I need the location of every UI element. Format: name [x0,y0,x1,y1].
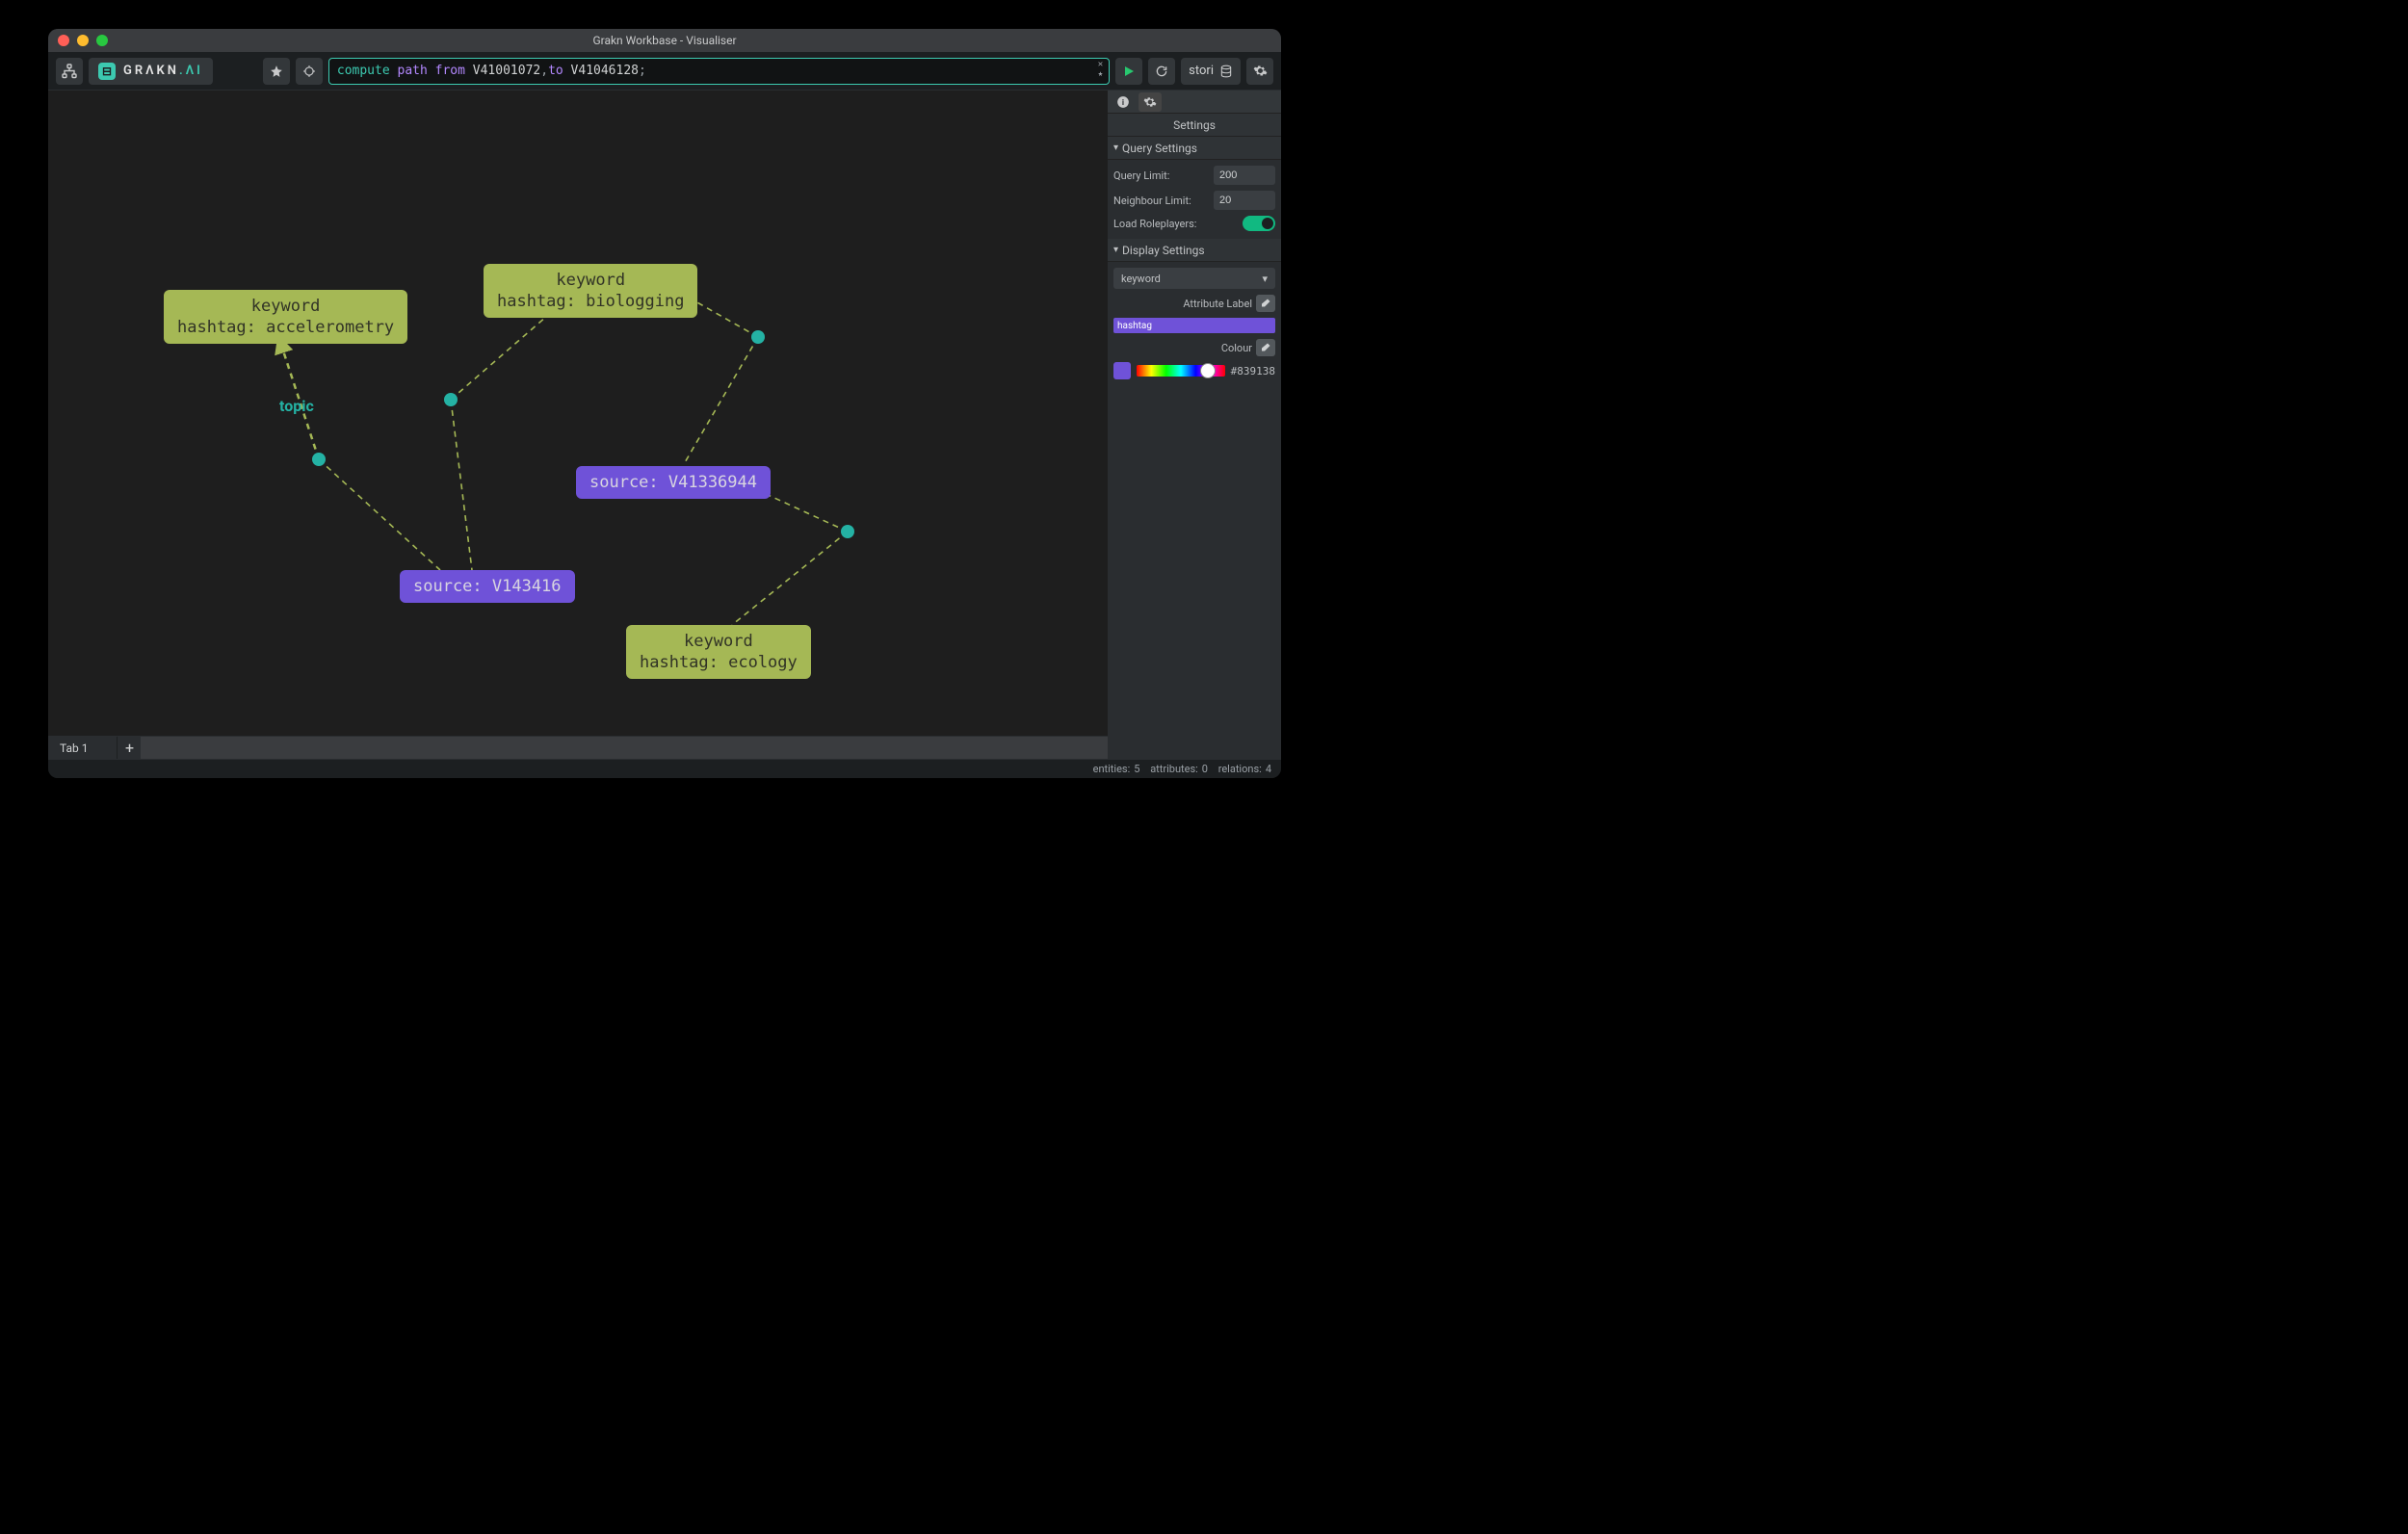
node-source-v41336944[interactable]: source: V41336944 [576,466,771,499]
window-title: Grakn Workbase - Visualiser [48,34,1281,47]
query-clear-controls: ✕ ★ [1098,61,1103,79]
preferences-button[interactable] [1246,58,1273,85]
relation-node-4[interactable] [841,525,854,538]
load-roleplayers-toggle[interactable] [1243,216,1275,231]
node-keyword-biologging[interactable]: keyword hashtag: biologging [484,264,697,318]
relation-node-2[interactable] [444,393,458,406]
neighbour-limit-input[interactable] [1214,191,1275,210]
info-tab[interactable]: i [1112,92,1135,112]
status-attributes-value: 0 [1202,763,1208,775]
colour-label: Colour [1113,342,1252,354]
schema-designer-button[interactable] [56,58,83,85]
refresh-icon [1155,65,1168,78]
colour-hex: #839138 [1231,365,1275,377]
add-tab-button[interactable]: + [118,737,141,759]
status-bar: entities: 5 attributes: 0 relations: 4 [48,759,1281,778]
play-icon [1123,65,1135,77]
eraser-icon [1260,298,1271,309]
clear-colour-button[interactable] [1256,339,1275,356]
node-keyword-accelerometry[interactable]: keyword hashtag: accelerometry [164,290,407,344]
logo-text: GRΛKN.ΛI [123,64,203,78]
tab-1[interactable]: Tab 1 [48,737,118,759]
chevron-down-icon: ▾ [1262,273,1268,285]
graph-edges [48,91,1108,759]
app-logo: ⊟ GRΛKN.ΛI [89,58,213,85]
relation-node-3[interactable] [751,330,765,344]
node-source-v143416[interactable]: source: V143416 [400,570,575,603]
neighbour-limit-label: Neighbour Limit: [1113,195,1208,207]
app-body: keyword hashtag: accelerometry keyword h… [48,91,1281,759]
database-icon [1219,65,1233,78]
run-query-button[interactable] [1115,58,1142,85]
clear-query-icon[interactable]: ✕ [1098,61,1103,69]
query-settings-body: Query Limit: Neighbour Limit: Load Rolep… [1108,160,1281,239]
panel-title: Settings [1108,114,1281,137]
clear-attribute-button[interactable] [1256,295,1275,312]
relation-node-1[interactable] [312,453,326,466]
settings-tab[interactable] [1139,92,1162,112]
star-icon [270,65,283,78]
gear-icon [1143,95,1157,109]
tab-bar: Tab 1 + [48,736,1108,759]
status-entities-label: entities: [1093,763,1131,775]
titlebar: Grakn Workbase - Visualiser [48,29,1281,52]
save-query-icon[interactable]: ★ [1098,70,1103,79]
status-attributes-label: attributes: [1150,763,1198,775]
svg-text:i: i [1122,96,1124,106]
query-limit-label: Query Limit: [1113,169,1208,182]
types-button[interactable] [296,58,323,85]
crosshair-icon [302,65,316,78]
app-window: Grakn Workbase - Visualiser ⊟ GRΛKN.ΛI c… [48,29,1281,778]
attribute-chip-hashtag[interactable]: hashtag [1113,318,1275,333]
favourite-button[interactable] [263,58,290,85]
node-keyword-ecology[interactable]: keyword hashtag: ecology [626,625,811,679]
graph-canvas[interactable]: keyword hashtag: accelerometry keyword h… [48,91,1108,759]
chevron-down-icon: ▾ [1113,245,1118,255]
toolbar: ⊟ GRΛKN.ΛI compute path from V41001072, … [48,52,1281,91]
query-limit-input[interactable] [1214,166,1275,185]
keyspace-selector[interactable]: stori [1181,58,1241,85]
type-select[interactable]: keyword ▾ [1113,268,1275,289]
status-relations-label: relations: [1218,763,1262,775]
gear-icon [1253,64,1268,78]
refresh-button[interactable] [1148,58,1175,85]
display-settings-header[interactable]: ▾ Display Settings [1108,239,1281,262]
load-roleplayers-label: Load Roleplayers: [1113,218,1237,230]
sitemap-icon [62,64,77,79]
chevron-down-icon: ▾ [1113,143,1118,153]
info-icon: i [1116,95,1130,109]
status-entities-value: 5 [1134,763,1139,775]
colour-spectrum[interactable] [1137,365,1225,377]
query-input[interactable]: compute path from V41001072, to V4104612… [328,58,1110,85]
settings-panel: i Settings ▾ Query Settings Query Limit:… [1108,91,1281,759]
status-relations-value: 4 [1266,763,1271,775]
display-settings-body: keyword ▾ Attribute Label hashtag Colour [1108,262,1281,387]
panel-tabs: i [1108,91,1281,114]
edge-label-topic: topic [279,397,314,415]
query-settings-header[interactable]: ▾ Query Settings [1108,137,1281,160]
attribute-label-label: Attribute Label [1113,298,1252,310]
colour-swatch[interactable] [1113,362,1131,379]
eraser-icon [1260,342,1271,353]
keyspace-label: stori [1189,64,1214,78]
logo-mark-icon: ⊟ [98,63,116,80]
